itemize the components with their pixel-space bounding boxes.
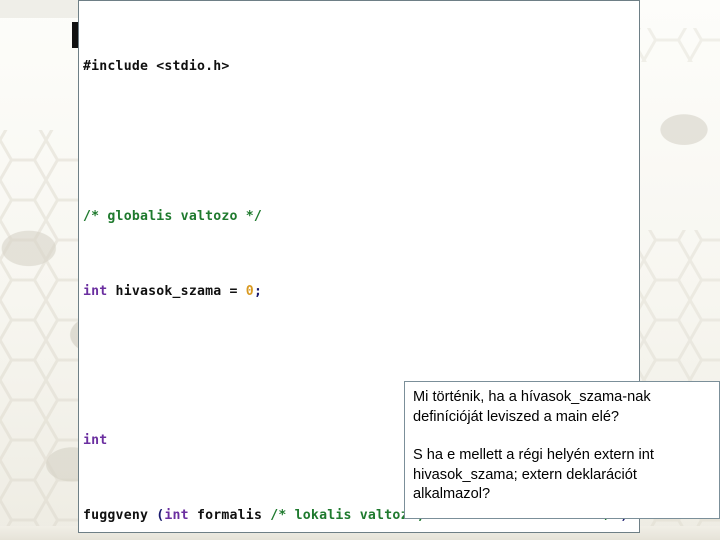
code-line: #include <stdio.h> — [83, 58, 628, 77]
code-token-comment: /* globalis valtozo */ — [83, 208, 263, 224]
code-token-keyword: int — [164, 507, 189, 523]
code-token-number: 0 — [245, 283, 254, 299]
slide-canvas: #include <stdio.h> /* globalis valtozo *… — [0, 0, 720, 540]
code-token-function: fuggveny — [83, 507, 157, 523]
code-token-preprocessor: #include <stdio.h> — [83, 59, 230, 75]
code-token-identifier: formalis — [188, 507, 271, 523]
question-callout-box: Mi történik, ha a hívasok_szama-nak defi… — [404, 381, 720, 519]
question-paragraph-2: S ha e mellett a régi helyén extern int … — [413, 447, 654, 503]
code-token-identifier: hivasok_szama = — [107, 283, 246, 299]
code-token-punctuation: ; — [253, 283, 263, 299]
code-token-keyword: int — [83, 283, 108, 299]
code-line: /* globalis valtozo */ — [83, 208, 628, 227]
code-token-keyword: int — [83, 433, 108, 449]
question-paragraph-1: Mi történik, ha a hívasok_szama-nak defi… — [413, 389, 651, 425]
text-cursor-icon — [72, 22, 78, 48]
code-line: int hivasok_szama = 0; — [83, 283, 628, 302]
background-strip-top-left — [0, 0, 78, 18]
